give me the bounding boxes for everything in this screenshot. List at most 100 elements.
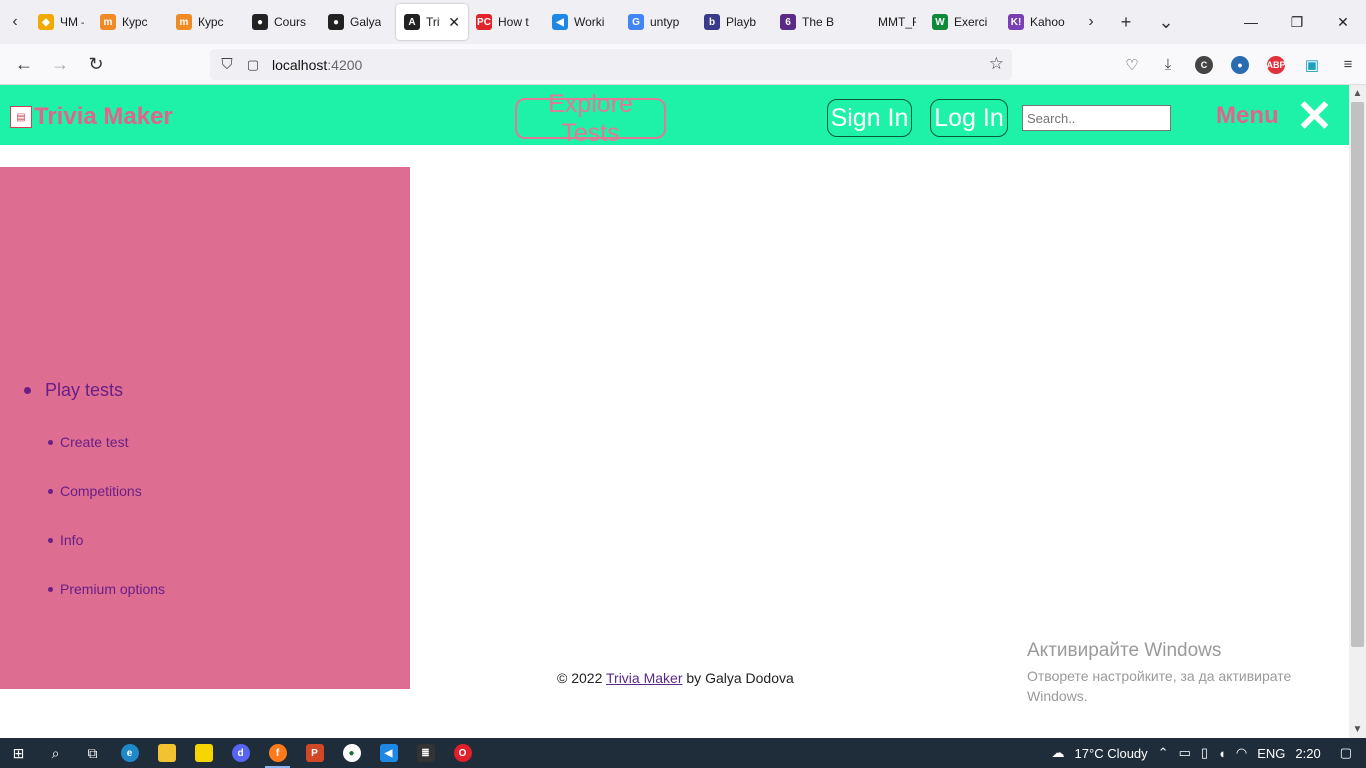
tab-favicon-icon: ◆ [38,14,54,30]
extension-colors-icon[interactable]: ● [1222,47,1258,83]
page-scrollbar[interactable]: ▲ ▼ [1349,85,1366,738]
tab-list-dropdown-icon[interactable]: ⌄ [1146,0,1186,44]
tab-title: Playb [726,15,757,29]
adblock-icon[interactable]: ABP [1258,47,1294,83]
tab-favicon-icon: 6 [780,14,796,30]
brand-title[interactable]: Trivia Maker [34,103,173,131]
volume-icon[interactable]: ◖ [1213,746,1231,761]
weather-icon[interactable]: ☁ [1047,745,1070,761]
vscode-icon[interactable]: ◀ [370,738,407,768]
scroll-down-icon[interactable]: ▼ [1349,721,1366,738]
tracking-shield-icon[interactable]: ⛉ [212,56,242,73]
battery-icon[interactable]: ▯ [1196,745,1213,761]
meet-icon[interactable]: ▭ [1174,745,1196,761]
explore-tests-button[interactable]: Explore Tests [515,90,666,147]
downloads-icon[interactable]: ⤓ [1150,47,1186,83]
browser-tab[interactable]: PC How t [468,4,544,40]
new-tab-button[interactable]: + [1106,0,1146,44]
search-input[interactable] [1022,105,1171,131]
language-indicator[interactable]: ENG [1252,746,1290,761]
minimize-button[interactable]: — [1228,0,1274,44]
sidebar-item-premium-options[interactable]: Premium options [48,581,165,597]
tab-favicon-icon: ● [252,14,268,30]
browser-tab[interactable]: A Triv ✕ [396,4,468,40]
file-explorer-icon[interactable] [148,738,185,768]
close-menu-icon[interactable]: ✕ [1296,95,1333,139]
discord-icon[interactable]: d [222,738,259,768]
sidebar-item-competitions[interactable]: Competitions [48,483,142,499]
tab-title: MMT_FMI [878,15,916,29]
start-button-icon[interactable]: ⊞ [0,738,37,768]
app-green-icon[interactable]: ● [333,738,370,768]
tab-favicon-icon [856,14,872,30]
broken-image-icon: ▤ [10,106,32,128]
tab-favicon-icon: A [404,14,420,30]
tab-favicon-icon: b [704,14,720,30]
tray-expand-icon[interactable]: ⌃ [1153,745,1174,761]
tab-title: The B [802,15,835,29]
clock[interactable]: 2:20 [1290,746,1325,761]
browser-tab[interactable]: W Exerci [924,4,1000,40]
sidebar-item-info[interactable]: Info [48,532,83,548]
tab-favicon-icon: W [932,14,948,30]
sidebar-item-play-tests[interactable]: Play tests [24,380,123,401]
bookmark-star-icon[interactable]: ☆ [989,54,1004,74]
weather-text[interactable]: 17°C Cloudy [1070,746,1153,761]
back-button[interactable]: ← [6,46,42,82]
browser-tab[interactable]: m Курс [168,4,244,40]
address-bar[interactable]: ⛉ ▢ localhost:4200 ☆ [210,49,1012,80]
tab-title: Cours [274,15,307,29]
tab-scroll-right-icon[interactable]: › [1076,0,1106,44]
browser-nav-bar: ← → ↻ ⛉ ▢ localhost:4200 ☆ ♡ ⤓ C ● ABP ▣… [0,44,1366,85]
page-info-icon[interactable]: ▢ [242,57,264,73]
tab-close-icon[interactable]: ✕ [448,14,460,31]
forward-button[interactable]: → [42,46,78,82]
tab-scroll-left-icon[interactable]: ‹ [0,0,30,44]
bullet-icon [48,439,53,445]
browser-tab[interactable]: K! Kahoo [1000,4,1076,40]
windows-taskbar: ⊞ ⌕ ⧉ e d f P ● ◀ ≣ O ☁ 17°C Cloudy ⌃ ▭ … [0,738,1366,768]
menu-label[interactable]: Menu [1216,102,1279,130]
firefox-icon[interactable]: f [259,738,296,768]
hamburger-menu-icon[interactable]: ≡ [1330,47,1366,83]
browser-tab[interactable]: MMT_FMI [848,4,924,40]
bullet-icon [48,537,53,543]
log-in-button[interactable]: Log In [930,99,1008,137]
tab-title: Galya [350,15,382,29]
scroll-up-icon[interactable]: ▲ [1349,85,1366,102]
search-icon[interactable]: ⌕ [37,738,74,768]
tab-list: ◆ЧМ –mКурсmКурс●Cours●GalyaATriv✕PCHow t… [30,4,1076,40]
tab-title: Курс [122,15,148,29]
url-text: localhost:4200 [272,56,363,73]
browser-tab[interactable]: b Playb [696,4,772,40]
browser-tab[interactable]: m Курс [92,4,168,40]
browser-tab[interactable]: ● Cours [244,4,320,40]
sign-in-button[interactable]: Sign In [827,99,912,137]
notifications-icon[interactable]: ▢ [1326,745,1366,761]
browser-tab[interactable]: Guntyp [620,4,696,40]
browser-tab[interactable]: ◀ Worki [544,4,620,40]
scrollbar-thumb[interactable] [1351,102,1364,647]
pocket-icon[interactable]: ♡ [1114,47,1150,83]
browser-tab[interactable]: 6 The B [772,4,848,40]
opera-icon[interactable]: O [444,738,481,768]
tab-favicon-icon: m [100,14,116,30]
bullet-icon [24,387,31,394]
edge-browser-icon[interactable]: e [111,738,148,768]
save-extension-icon[interactable]: ▣ [1294,47,1330,83]
reload-button[interactable]: ↻ [78,46,114,82]
footer-brand-link[interactable]: Trivia Maker [606,670,683,686]
extension-c-icon[interactable]: C [1186,47,1222,83]
terminal-icon[interactable]: ≣ [407,738,444,768]
powerpoint-icon[interactable]: P [296,738,333,768]
sidebar-item-create-test[interactable]: Create test [48,434,128,450]
network-icon[interactable]: ◠ [1231,745,1252,761]
logo[interactable]: ▤ Trivia Maker [10,103,173,131]
browser-tab[interactable]: ◆ ЧМ – [30,4,92,40]
sticky-notes-icon[interactable] [185,738,222,768]
task-view-icon[interactable]: ⧉ [74,738,111,768]
browser-tab[interactable]: ● Galya [320,4,396,40]
close-window-button[interactable]: ✕ [1320,0,1366,44]
restore-button[interactable]: ❐ [1274,0,1320,44]
tab-title: untyp [650,15,680,29]
